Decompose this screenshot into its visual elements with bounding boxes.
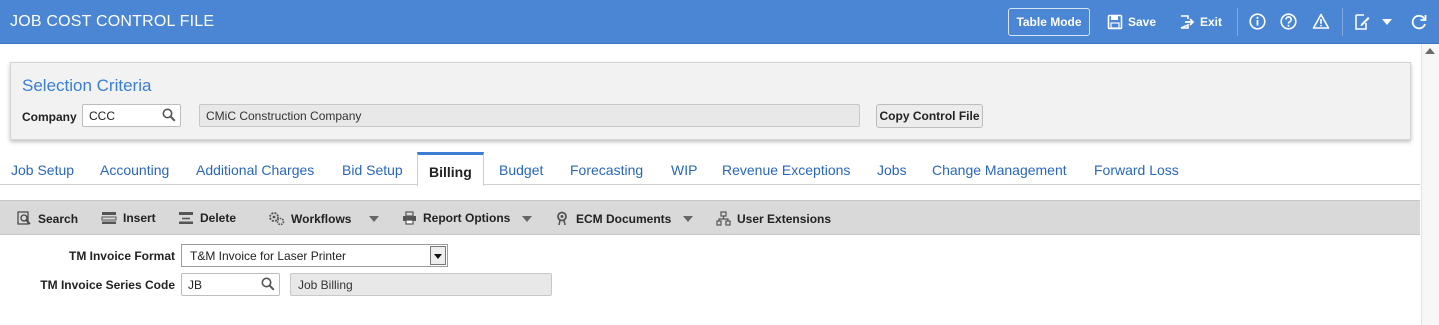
header-divider — [1237, 8, 1238, 36]
delete-button[interactable]: Delete — [178, 211, 236, 225]
tab-budget[interactable]: Budget — [499, 162, 543, 178]
tab-revenue-exceptions[interactable]: Revenue Exceptions — [722, 162, 850, 178]
insert-label: Insert — [123, 211, 156, 225]
vertical-scrollbar[interactable] — [1421, 44, 1439, 325]
search-button[interactable]: Search — [17, 211, 78, 226]
exit-icon — [1180, 15, 1195, 29]
tm-invoice-series-description: Job Billing — [290, 273, 552, 296]
save-icon — [1107, 14, 1123, 30]
ecm-documents-dropdown-icon[interactable] — [683, 216, 693, 222]
edit-note-icon[interactable] — [1353, 13, 1371, 31]
delete-label: Delete — [200, 211, 237, 225]
tab-accounting[interactable]: Accounting — [100, 162, 169, 178]
selection-criteria-title: Selection Criteria — [22, 76, 152, 95]
printer-icon — [403, 211, 416, 225]
scroll-up-arrow-icon[interactable] — [1425, 48, 1435, 54]
insert-button[interactable]: Insert — [101, 211, 156, 225]
search-icon[interactable] — [261, 277, 275, 291]
chevron-down-icon[interactable] — [1382, 19, 1392, 25]
warning-icon[interactable] — [1312, 13, 1330, 30]
ecm-documents-button[interactable]: ECM Documents — [556, 211, 671, 226]
insert-row-icon — [101, 212, 117, 224]
search-icon[interactable] — [162, 108, 176, 122]
selection-criteria-panel: Selection Criteria Company CCC CMiC Cons… — [10, 62, 1411, 140]
tab-job-setup[interactable]: Job Setup — [11, 162, 74, 178]
header-divider — [1342, 8, 1343, 36]
tab-jobs[interactable]: Jobs — [877, 162, 907, 178]
refresh-icon[interactable] — [1410, 13, 1428, 31]
workflows-button[interactable]: Workflows — [268, 211, 351, 226]
tab-forecasting[interactable]: Forecasting — [570, 162, 643, 178]
hierarchy-icon — [716, 211, 731, 226]
table-mode-button[interactable]: Table Mode — [1008, 8, 1090, 36]
tm-invoice-series-code-label: TM Invoice Series Code — [40, 278, 175, 292]
ecm-documents-label: ECM Documents — [576, 211, 672, 226]
search-icon — [17, 211, 31, 225]
action-toolbar: Search Insert Delete Workflows Report Op… — [0, 200, 1420, 235]
header-bar: JOB COST CONTROL FILE Table Mode Save Ex… — [0, 0, 1439, 44]
save-button[interactable]: Save — [1107, 14, 1156, 30]
chevron-down-icon[interactable] — [430, 246, 446, 265]
report-options-label: Report Options — [423, 211, 511, 225]
tab-bar: Job Setup Accounting Additional Charges … — [0, 152, 1420, 186]
gears-icon — [269, 212, 285, 226]
tm-invoice-format-label: TM Invoice Format — [68, 249, 175, 263]
report-options-button[interactable]: Report Options — [402, 211, 510, 225]
tm-invoice-format-select[interactable]: T&M Invoice for Laser Printer — [181, 244, 448, 267]
tab-wip[interactable]: WIP — [671, 162, 697, 178]
company-label: Company — [22, 110, 77, 124]
tab-additional-charges[interactable]: Additional Charges — [196, 162, 314, 178]
save-label: Save — [1128, 15, 1157, 29]
delete-row-icon — [179, 212, 193, 224]
document-search-icon — [557, 211, 567, 226]
tab-bid-setup[interactable]: Bid Setup — [342, 162, 403, 178]
exit-button[interactable]: Exit — [1179, 14, 1222, 30]
app-window: JOB COST CONTROL FILE Table Mode Save Ex… — [0, 0, 1439, 325]
info-icon[interactable] — [1249, 13, 1266, 30]
page-title: JOB COST CONTROL FILE — [10, 13, 215, 30]
tab-forward-loss[interactable]: Forward Loss — [1094, 162, 1179, 178]
search-label: Search — [38, 211, 79, 226]
tab-billing[interactable]: Billing — [417, 152, 484, 186]
user-extensions-label: User Extensions — [737, 211, 832, 226]
copy-control-file-button[interactable]: Copy Control File — [876, 104, 983, 128]
exit-label: Exit — [1200, 15, 1223, 29]
help-icon[interactable] — [1280, 13, 1297, 30]
company-name-field: CMiC Construction Company — [199, 104, 860, 127]
workflows-label: Workflows — [291, 211, 352, 226]
user-extensions-button[interactable]: User Extensions — [716, 211, 831, 226]
workflows-dropdown-icon[interactable] — [369, 216, 379, 222]
tab-change-management[interactable]: Change Management — [932, 162, 1067, 178]
report-options-dropdown-icon[interactable] — [522, 216, 532, 222]
